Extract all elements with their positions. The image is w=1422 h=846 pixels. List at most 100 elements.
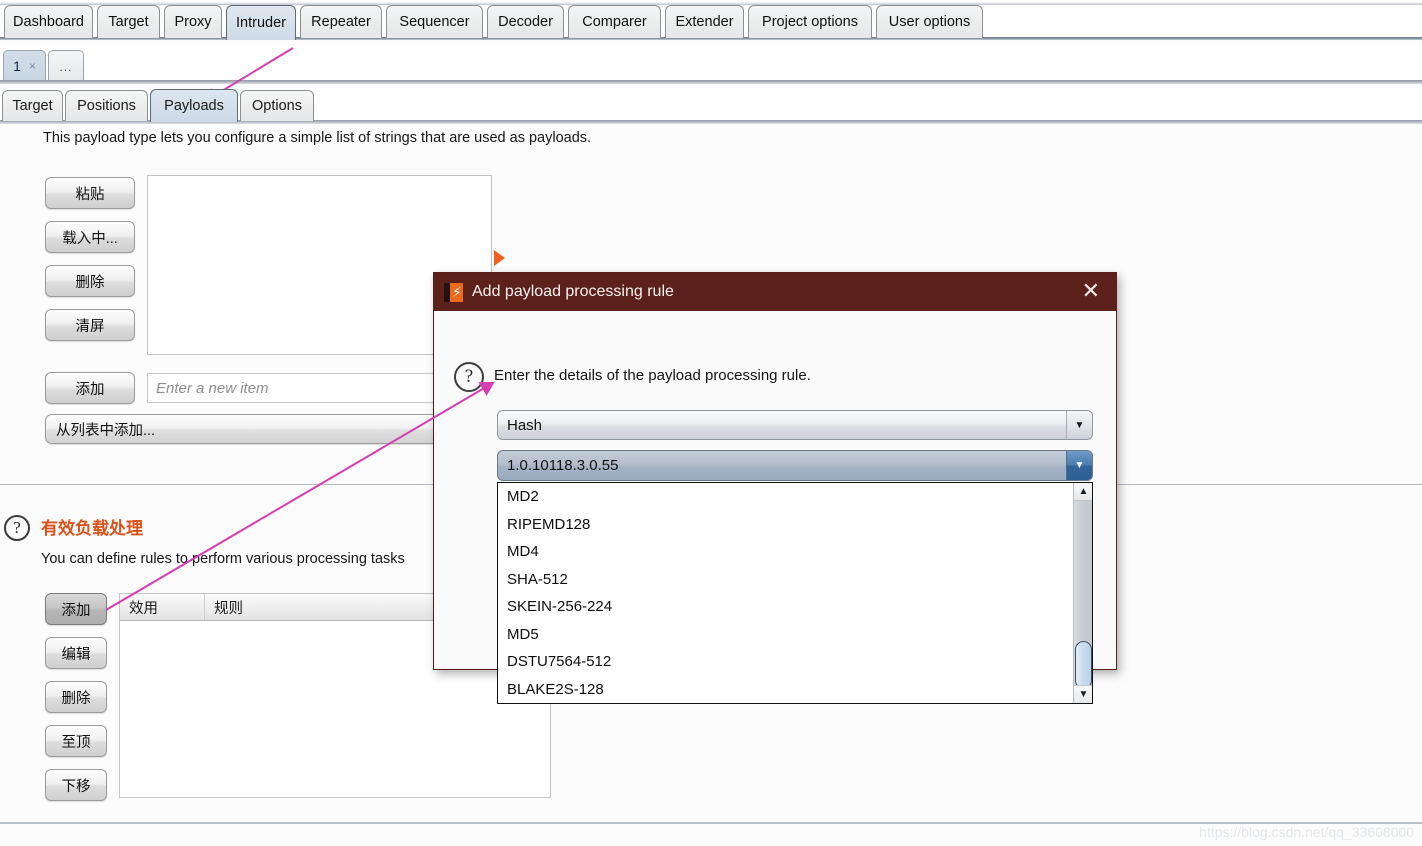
- tab-decoder-label: Decoder: [498, 14, 553, 30]
- paste-button-label: 粘贴: [75, 186, 105, 203]
- tab-target-label: Target: [108, 14, 149, 30]
- rule-up-button[interactable]: 至顶: [45, 725, 107, 757]
- rule-add-button[interactable]: 添加: [45, 593, 107, 625]
- tab-sequencer-label: Sequencer: [399, 14, 470, 30]
- tab-project-options-label: Project options: [762, 14, 858, 30]
- dropdown-item-md5[interactable]: MD5: [498, 621, 1092, 649]
- tab-comparer-label: Comparer: [582, 14, 647, 30]
- tab-repeater[interactable]: Repeater: [300, 5, 382, 38]
- orange-marker-icon-top: [494, 250, 505, 266]
- dialog-body: ? Enter the details of the payload proce…: [434, 311, 1116, 704]
- subtab-payloads[interactable]: Payloads: [150, 89, 238, 122]
- scroll-down-glyph: ▼: [1078, 689, 1089, 700]
- dropdown-item-md2[interactable]: MD2: [498, 483, 1092, 511]
- help-icon-payload-processing[interactable]: ?: [4, 515, 30, 541]
- subtab-target[interactable]: Target: [2, 90, 63, 121]
- add-from-list-button-label: 从列表中添加...: [56, 422, 156, 439]
- scroll-up-glyph: ▲: [1078, 486, 1089, 497]
- tab-user-options-label: User options: [888, 14, 971, 30]
- hash-algorithm-combo-value: 1.0.10118.3.0.55: [507, 457, 619, 474]
- dropdown-scroll-track[interactable]: [1074, 501, 1092, 689]
- tab-intruder[interactable]: Intruder: [226, 5, 296, 40]
- dropdown-scroll-thumb[interactable]: [1075, 641, 1092, 689]
- clear-button[interactable]: 清屏: [45, 309, 135, 341]
- close-icon[interactable]: ×: [29, 59, 36, 73]
- rule-remove-button-label: 删除: [61, 690, 91, 707]
- tab-dashboard-label: Dashboard: [13, 14, 84, 30]
- help-icon-glyph: ?: [13, 518, 21, 537]
- dropdown-item-skein-256-224[interactable]: SKEIN-256-224: [498, 593, 1092, 621]
- scroll-up-icon[interactable]: ▲: [1074, 483, 1092, 501]
- new-item-placeholder: Enter a new item: [156, 379, 269, 397]
- hash-algorithm-dropdown[interactable]: MD2 RIPEMD128 MD4 SHA-512 SKEIN-256-224 …: [497, 482, 1093, 704]
- subtab-options[interactable]: Options: [240, 90, 314, 121]
- remove-button[interactable]: 删除: [45, 265, 135, 297]
- rule-type-combo[interactable]: Hash ▼: [497, 410, 1093, 440]
- attack-tab-bar: 1 × ...: [0, 46, 1422, 84]
- attack-tab-underline: [0, 80, 1422, 84]
- tab-extender[interactable]: Extender: [665, 5, 744, 38]
- chevron-down-icon-rule-type[interactable]: ▼: [1066, 411, 1092, 439]
- rule-down-button[interactable]: 下移: [45, 769, 107, 801]
- dialog-close-icon[interactable]: ✕: [1076, 279, 1106, 305]
- rule-add-button-label: 添加: [61, 602, 91, 619]
- add-item-button[interactable]: 添加: [45, 372, 135, 404]
- subtab-positions[interactable]: Positions: [65, 90, 148, 121]
- payload-processing-title: 有效负载处理: [41, 519, 143, 539]
- add-payload-processing-rule-dialog[interactable]: ⚡ Add payload processing rule ✕ ? Enter …: [433, 272, 1117, 704]
- rules-col-enabled: 效用: [120, 594, 205, 620]
- dialog-title-bar[interactable]: ⚡ Add payload processing rule ✕: [434, 273, 1116, 311]
- rule-edit-button[interactable]: 编辑: [45, 637, 107, 669]
- load-button[interactable]: 载入中...: [45, 221, 135, 253]
- watermark-text: https://blog.csdn.net/qq_33608000: [1199, 824, 1414, 840]
- dropdown-item-md4[interactable]: MD4: [498, 538, 1092, 566]
- main-tab-bar: Dashboard Target Proxy Intruder Repeater…: [0, 5, 1422, 40]
- dialog-help-glyph: ?: [464, 366, 474, 387]
- dropdown-item-sha-512[interactable]: SHA-512: [498, 566, 1092, 594]
- scroll-down-icon[interactable]: ▼: [1074, 685, 1092, 703]
- dropdown-scrollbar[interactable]: ▲ ▼: [1073, 483, 1092, 703]
- add-item-button-label: 添加: [75, 381, 105, 398]
- paste-button[interactable]: 粘贴: [45, 177, 135, 209]
- subtab-payloads-label: Payloads: [164, 98, 224, 114]
- clear-button-label: 清屏: [75, 318, 105, 335]
- attack-tab-1[interactable]: 1 ×: [3, 50, 46, 80]
- attack-tab-more[interactable]: ...: [48, 50, 84, 80]
- dropdown-item-ripemd128[interactable]: RIPEMD128: [498, 511, 1092, 539]
- hash-algorithm-combo[interactable]: 1.0.10118.3.0.55 ▼: [497, 450, 1093, 481]
- tab-extender-label: Extender: [675, 14, 734, 30]
- add-from-list-button[interactable]: 从列表中添加...: [45, 414, 492, 444]
- dialog-help-icon: ?: [454, 362, 484, 392]
- tab-dashboard[interactable]: Dashboard: [4, 5, 93, 38]
- remove-button-label: 删除: [75, 274, 105, 291]
- dialog-prompt-text: Enter the details of the payload process…: [494, 367, 811, 384]
- dialog-title-label: Add payload processing rule: [472, 283, 674, 300]
- payload-type-description: This payload type lets you configure a s…: [43, 130, 592, 146]
- tab-comparer[interactable]: Comparer: [568, 5, 661, 38]
- chevron-down-glyph: ▼: [1074, 419, 1085, 431]
- tab-user-options[interactable]: User options: [876, 5, 983, 38]
- load-button-label: 载入中...: [62, 230, 118, 247]
- tab-intruder-label: Intruder: [236, 15, 286, 31]
- rule-down-button-label: 下移: [61, 778, 91, 795]
- tab-project-options[interactable]: Project options: [748, 5, 872, 38]
- rule-edit-button-label: 编辑: [61, 646, 91, 663]
- subtab-positions-label: Positions: [77, 98, 136, 114]
- attack-tab-more-label: ...: [59, 60, 73, 74]
- payload-tab-bar: Target Positions Payloads Options: [0, 88, 1422, 124]
- tab-target[interactable]: Target: [97, 5, 160, 38]
- rule-remove-button[interactable]: 删除: [45, 681, 107, 713]
- dropdown-item-blake2s-128[interactable]: BLAKE2S-128: [498, 676, 1092, 704]
- chevron-down-glyph-hash: ▼: [1074, 460, 1085, 471]
- dropdown-item-dstu7564-512[interactable]: DSTU7564-512: [498, 648, 1092, 676]
- rule-type-combo-value: Hash: [507, 416, 543, 434]
- tab-decoder[interactable]: Decoder: [487, 5, 564, 38]
- subtab-options-label: Options: [252, 98, 302, 114]
- tab-proxy[interactable]: Proxy: [164, 5, 222, 38]
- attack-tab-1-label: 1: [13, 57, 21, 74]
- chevron-down-icon-hash[interactable]: ▼: [1066, 451, 1092, 480]
- tab-sequencer[interactable]: Sequencer: [386, 5, 483, 38]
- subtab-target-label: Target: [12, 98, 53, 114]
- burp-logo-icon: ⚡: [444, 282, 463, 302]
- tab-repeater-label: Repeater: [311, 14, 371, 30]
